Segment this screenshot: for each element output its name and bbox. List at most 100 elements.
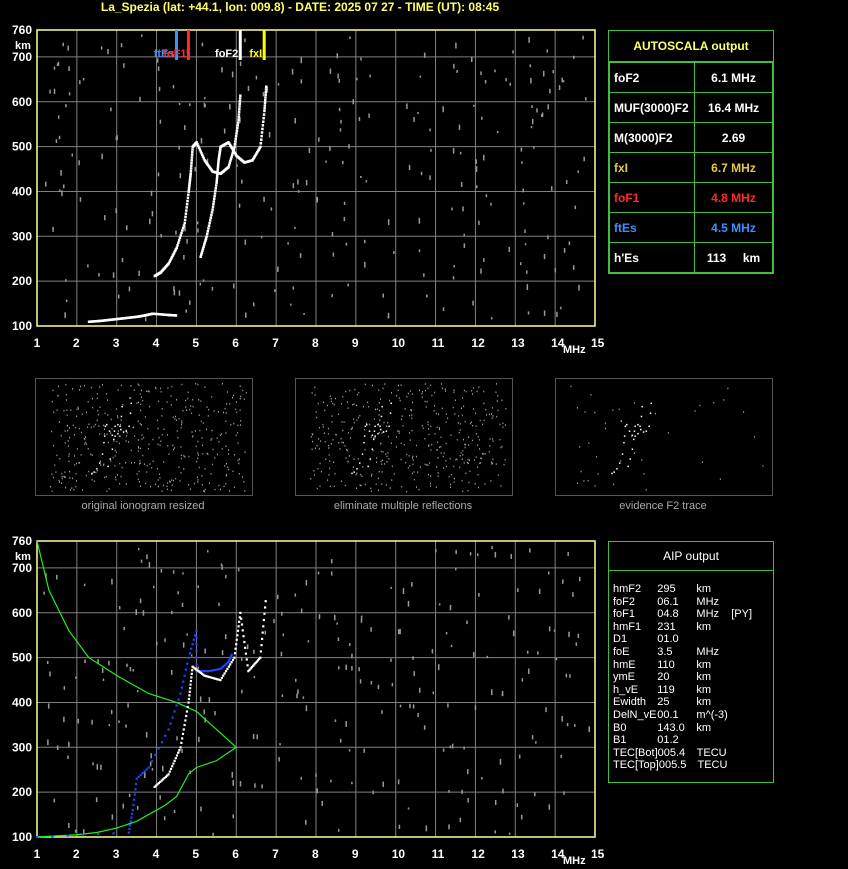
noise-dot [471,393,473,395]
noise-dot [65,104,67,108]
noise-dot [458,415,460,417]
noise-dot [442,748,445,752]
noise-dot [51,473,53,476]
noise-dot [492,438,494,440]
noise-dot [107,414,109,416]
noise-dot [60,434,62,437]
noise-dot [508,832,511,835]
noise-dot [572,592,574,597]
trace-point [626,423,628,426]
noise-dot [180,426,182,429]
trace-point [211,669,214,672]
trace-point [179,692,182,695]
noise-dot [200,400,202,402]
noise-dot [63,184,65,189]
noise-dot [148,390,150,393]
noise-dot [120,423,122,426]
noise-dot [217,411,219,413]
noise-dot [134,435,136,437]
x-tick-label: 15 [591,847,604,861]
trace-point [180,231,183,235]
noise-dot [353,418,355,420]
trace-point [388,425,390,428]
trace-point [624,425,627,428]
noise-dot [381,471,383,473]
noise-dot [378,414,380,416]
noise-dot [437,457,439,459]
noise-dot [106,399,108,401]
trace-point [143,770,146,773]
noise-dot [588,726,590,733]
trace-point [207,224,211,228]
noise-dot [117,294,120,299]
trace-point [264,90,268,94]
noise-dot [471,390,473,392]
noise-dot [71,487,73,489]
noise-dot [152,460,154,462]
noise-dot [220,433,222,436]
noise-dot [229,103,231,110]
trace-point [191,669,194,672]
noise-dot [91,719,93,725]
trace-point [207,227,210,230]
noise-dot [313,474,315,476]
noise-dot [188,455,190,458]
noise-dot [180,446,182,448]
noise-dot [345,457,347,459]
noise-dot [400,418,402,421]
noise-dot [245,392,247,394]
noise-dot [453,63,455,69]
noise-dot [488,450,490,453]
trace-point [230,661,233,664]
noise-dot [407,600,410,607]
noise-dot [387,315,390,319]
noise-dot [159,477,161,479]
trace-point [176,244,179,247]
noise-dot [494,552,497,558]
noise-dot [197,454,199,456]
y-tick-label: 600 [12,95,32,109]
noise-dot [310,478,312,480]
noise-dot [633,402,635,404]
x-tick-label: 1 [34,336,41,350]
noise-dot [239,781,242,787]
aip-key: B1 [613,734,627,747]
noise-dot [412,457,414,459]
noise-dot [176,430,178,432]
noise-dot [87,400,89,403]
aip-key: DelN_vE [613,708,657,721]
noise-dot [449,457,451,460]
autoscala-ionogram-chart: 1 2 3 4 5 6 7 8 9 10 11 12 13 14 151002003004005006007… [12,23,604,356]
noise-dot [525,270,528,274]
noise-dot [204,488,206,491]
noise-dot [502,426,504,428]
noise-dot [391,479,393,481]
aip-row: B0 143.0 km [609,722,773,735]
noise-dot [393,251,395,254]
noise-dot [380,460,382,463]
noise-dot [351,781,353,785]
noise-dot [237,567,240,572]
noise-dot [118,606,121,610]
noise-dot [340,119,342,124]
noise-dot [158,436,160,439]
aip-unit: km [696,683,712,696]
noise-dot [495,383,497,385]
noise-dot [203,490,205,492]
noise-dot [130,449,132,452]
noise-dot [242,476,244,478]
noise-dot [467,798,469,803]
noise-dot [75,473,77,475]
noise-dot [339,128,342,132]
noise-dot [412,463,414,466]
noise-dot [190,654,193,657]
noise-dot [643,473,645,475]
noise-dot [429,175,431,181]
noise-dot [232,779,235,786]
noise-dot [138,384,140,387]
noise-dot [491,545,493,550]
noise-dot [438,446,440,449]
noise-dot [246,644,249,650]
noise-dot [389,487,391,489]
noise-dot [320,470,322,473]
